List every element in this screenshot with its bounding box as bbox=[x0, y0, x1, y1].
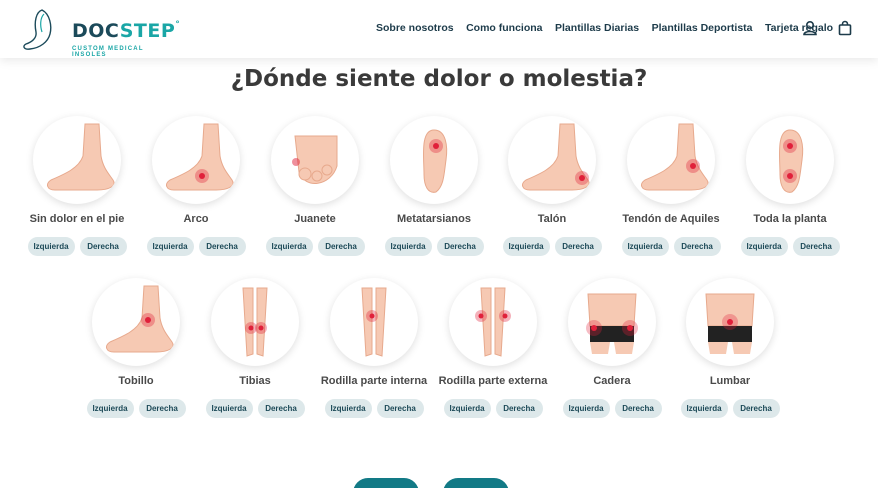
site-header: DOCSTEP° CUSTOM MEDICAL INSOLES Sobre no… bbox=[0, 0, 878, 58]
arco-illustration-icon bbox=[166, 123, 234, 191]
rodilla-interna-illustration-icon bbox=[361, 287, 387, 357]
left-side-button[interactable]: Izquierda bbox=[562, 399, 610, 418]
pain-area-image[interactable] bbox=[271, 116, 359, 204]
user-icon[interactable] bbox=[802, 20, 818, 36]
pain-area-image[interactable] bbox=[746, 116, 834, 204]
nav-sobre-nosotros[interactable]: Sobre nosotros bbox=[376, 22, 454, 34]
tendon-aquiles-illustration-icon bbox=[641, 123, 709, 191]
side-buttons: Izquierda Derecha bbox=[191, 399, 319, 418]
page-title: ¿Dónde siente dolor o molestia? bbox=[230, 66, 648, 92]
right-side-button[interactable]: Derecha bbox=[317, 237, 365, 256]
side-buttons: Izquierda Derecha bbox=[548, 399, 676, 418]
metatarsianos-illustration-icon bbox=[422, 129, 448, 193]
logo[interactable]: DOCSTEP° CUSTOM MEDICAL INSOLES bbox=[14, 6, 180, 58]
side-buttons: Izquierda Derecha bbox=[310, 399, 438, 418]
pain-area-image[interactable] bbox=[92, 278, 180, 366]
pain-area-label: Toda la planta bbox=[753, 213, 827, 225]
nav-plantillas-deportista[interactable]: Plantillas Deportista bbox=[652, 22, 753, 34]
side-buttons: Izquierda Derecha bbox=[370, 237, 498, 256]
nav-como-funciona[interactable]: Como funciona bbox=[466, 22, 542, 34]
right-side-button[interactable]: Derecha bbox=[436, 237, 484, 256]
pain-area-rodilla-interna: Rodilla parte interna Izquierda Derecha bbox=[316, 278, 432, 428]
shopping-bag-icon[interactable] bbox=[837, 20, 853, 36]
left-side-button[interactable]: Izquierda bbox=[265, 237, 313, 256]
side-buttons: Izquierda Derecha bbox=[726, 237, 854, 256]
right-side-button[interactable]: Derecha bbox=[792, 237, 840, 256]
left-side-button[interactable]: Izquierda bbox=[384, 237, 432, 256]
left-side-button[interactable]: Izquierda bbox=[502, 237, 550, 256]
pain-area-talon: Talón Izquierda Derecha bbox=[494, 116, 610, 266]
cadera-illustration-icon bbox=[586, 293, 638, 354]
left-side-button[interactable]: Izquierda bbox=[443, 399, 491, 418]
left-side-button[interactable]: Izquierda bbox=[86, 399, 134, 418]
main-nav: Sobre nosotros Como funciona Plantillas … bbox=[376, 22, 846, 34]
prev-button[interactable] bbox=[353, 478, 419, 488]
next-button[interactable] bbox=[443, 478, 509, 488]
left-side-button[interactable]: Izquierda bbox=[680, 399, 728, 418]
pain-area-tendon-aquiles: Tendón de Aquiles Izquierda Derecha bbox=[613, 116, 729, 266]
pain-area-lumbar: Lumbar Izquierda Derecha bbox=[672, 278, 788, 428]
pain-area-tibias: Tibias Izquierda Derecha bbox=[197, 278, 313, 428]
foot-logo-icon bbox=[23, 9, 52, 50]
left-side-button[interactable]: Izquierda bbox=[205, 399, 253, 418]
left-side-button[interactable]: Izquierda bbox=[324, 399, 372, 418]
pain-area-tobillo: Tobillo Izquierda Derecha bbox=[78, 278, 194, 428]
pain-area-image[interactable] bbox=[686, 278, 774, 366]
pain-area-juanete: Juanete Izquierda Derecha bbox=[257, 116, 373, 266]
pain-area-image[interactable] bbox=[211, 278, 299, 366]
nav-tarjeta-regalo[interactable]: Tarjeta regalo bbox=[765, 22, 833, 34]
talon-illustration-icon bbox=[522, 123, 590, 191]
right-side-button[interactable]: Derecha bbox=[554, 237, 602, 256]
pain-area-metatarsianos: Metatarsianos Izquierda Derecha bbox=[376, 116, 492, 266]
sin-dolor-illustration-icon bbox=[47, 123, 115, 191]
pain-area-arco: Arco Izquierda Derecha bbox=[138, 116, 254, 266]
right-side-button[interactable]: Derecha bbox=[376, 399, 424, 418]
pain-area-image[interactable] bbox=[33, 116, 121, 204]
left-side-button[interactable]: Izquierda bbox=[740, 237, 788, 256]
side-buttons: Izquierda Derecha bbox=[488, 237, 616, 256]
tibias-illustration-icon bbox=[242, 287, 268, 357]
side-buttons: Izquierda Derecha bbox=[13, 237, 141, 256]
right-side-button[interactable]: Derecha bbox=[79, 237, 127, 256]
side-buttons: Izquierda Derecha bbox=[666, 399, 794, 418]
nav-plantillas-diarias[interactable]: Plantillas Diarias bbox=[555, 22, 639, 34]
left-side-button[interactable]: Izquierda bbox=[146, 237, 194, 256]
side-buttons: Izquierda Derecha bbox=[72, 399, 200, 418]
left-side-button[interactable]: Izquierda bbox=[621, 237, 669, 256]
brand-name: DOCSTEP° bbox=[72, 20, 181, 42]
pain-area-toda-la-planta: Toda la planta Izquierda Derecha bbox=[732, 116, 848, 266]
right-side-button[interactable]: Derecha bbox=[732, 399, 780, 418]
pain-area-rodilla-externa: Rodilla parte externa Izquierda Derecha bbox=[435, 278, 551, 428]
side-buttons: Izquierda Derecha bbox=[132, 237, 260, 256]
pain-area-image[interactable] bbox=[627, 116, 715, 204]
pain-area-image[interactable] bbox=[152, 116, 240, 204]
right-side-button[interactable]: Derecha bbox=[257, 399, 305, 418]
right-side-button[interactable]: Derecha bbox=[673, 237, 721, 256]
rodilla-externa-illustration-icon bbox=[475, 287, 511, 357]
pain-area-image[interactable] bbox=[390, 116, 478, 204]
left-side-button[interactable]: Izquierda bbox=[27, 237, 75, 256]
pain-area-cadera: Cadera Izquierda Derecha bbox=[554, 278, 670, 428]
right-side-button[interactable]: Derecha bbox=[198, 237, 246, 256]
tobillo-illustration-icon bbox=[106, 285, 174, 353]
brand-tagline: CUSTOM MEDICAL INSOLES bbox=[72, 46, 144, 58]
pain-area-sin-dolor: Sin dolor en el pie Izquierda Derecha bbox=[19, 116, 135, 266]
pain-area-image[interactable] bbox=[330, 278, 418, 366]
pain-area-image[interactable] bbox=[449, 278, 537, 366]
right-side-button[interactable]: Derecha bbox=[614, 399, 662, 418]
pain-area-image[interactable] bbox=[508, 116, 596, 204]
side-buttons: Izquierda Derecha bbox=[429, 399, 557, 418]
pain-area-image[interactable] bbox=[568, 278, 656, 366]
toda-la-planta-illustration-icon bbox=[778, 129, 804, 193]
right-side-button[interactable]: Derecha bbox=[495, 399, 543, 418]
side-buttons: Izquierda Derecha bbox=[607, 237, 735, 256]
pain-area-label: Lumbar bbox=[709, 375, 751, 387]
side-buttons: Izquierda Derecha bbox=[251, 237, 379, 256]
lumbar-illustration-icon bbox=[705, 293, 755, 354]
juanete-illustration-icon bbox=[292, 135, 338, 184]
right-side-button[interactable]: Derecha bbox=[138, 399, 186, 418]
